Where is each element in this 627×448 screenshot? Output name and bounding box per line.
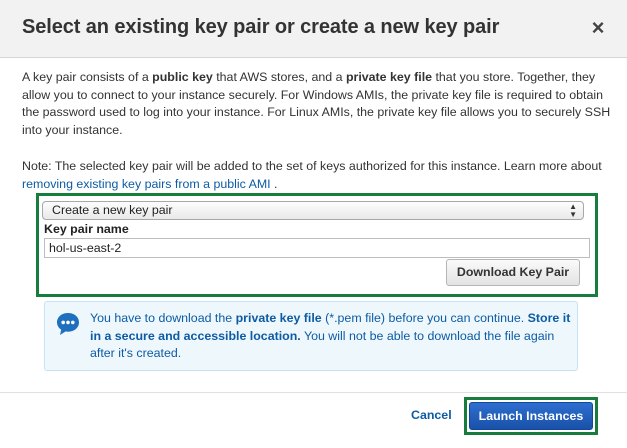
remove-key-pairs-link[interactable]: removing existing key pairs from a publi… bbox=[22, 177, 271, 191]
close-icon[interactable]: × bbox=[586, 15, 610, 41]
intro-paragraph: A key pair consists of a public key that… bbox=[22, 69, 612, 139]
key-pair-select-value: Create a new key pair bbox=[52, 203, 173, 217]
note-paragraph: Note: The selected key pair will be adde… bbox=[22, 158, 612, 193]
download-key-pair-button[interactable]: Download Key Pair bbox=[446, 259, 580, 286]
key-pair-name-input[interactable]: hol-us-east-2 bbox=[44, 238, 590, 258]
info-text-2: (*.pem file) before you can continue. bbox=[321, 311, 528, 325]
info-private-key-file: private key file bbox=[235, 311, 322, 325]
footer-divider bbox=[0, 392, 627, 393]
dialog-header: Select an existing key pair or create a … bbox=[0, 0, 627, 58]
key-pair-select[interactable]: Create a new key pair ▲ ▼ bbox=[42, 201, 584, 220]
intro-public-key: public key bbox=[152, 70, 213, 84]
cancel-button[interactable]: Cancel bbox=[411, 408, 452, 422]
note-text-1: Note: The selected key pair will be adde… bbox=[22, 159, 602, 173]
note-text-2: . bbox=[270, 176, 278, 191]
dialog-title: Select an existing key pair or create a … bbox=[22, 16, 500, 38]
chat-bubble-icon bbox=[57, 313, 79, 335]
select-arrows-icon: ▲ ▼ bbox=[569, 201, 577, 219]
info-message: You have to download the private key fil… bbox=[90, 310, 578, 363]
info-text-1: You have to download the bbox=[90, 311, 236, 325]
intro-text-2: that AWS stores, and a bbox=[212, 70, 346, 84]
intro-private-key-file: private key file bbox=[345, 70, 433, 84]
launch-instances-button[interactable]: Launch Instances bbox=[469, 402, 593, 430]
intro-text-1: A key pair consists of a bbox=[22, 70, 153, 84]
key-pair-name-label: Key pair name bbox=[44, 222, 129, 236]
